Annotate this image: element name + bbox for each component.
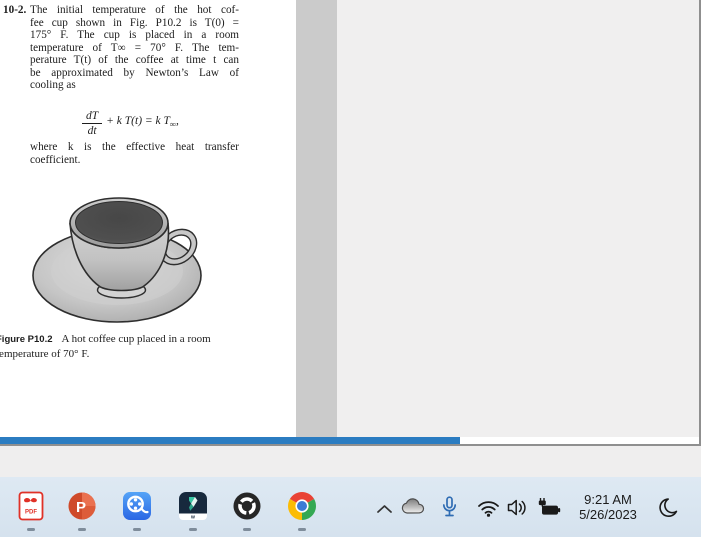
problem-text-line: fee cup shown in Fig. P10.2 is T(0) = (30, 16, 239, 29)
taskbar-app-powerpoint[interactable]: P (67, 491, 97, 521)
problem-text-line: where k is the effective heat transfer (30, 141, 239, 153)
wifi-icon[interactable] (477, 500, 500, 522)
clock-time: 9:21 AM (584, 492, 632, 507)
microphone-icon[interactable] (442, 496, 457, 524)
running-indicator (27, 528, 35, 531)
problem-text-line: coefficient. (30, 153, 81, 166)
powerpoint-letter: P (76, 499, 86, 516)
problem-text-line: perature T(t) of the coffee at time t ca… (30, 54, 239, 66)
problem-text-line: 10-2. The initial temperature of the hot … (3, 4, 239, 16)
horizontal-scrollbar-track[interactable] (0, 437, 701, 446)
pdf-label: PDF (25, 510, 37, 516)
running-indicator (133, 528, 141, 531)
taskbar-app-video-editor[interactable] (122, 491, 152, 521)
equation-rhs: + k T(t) = k T∞, (106, 115, 179, 130)
taskbar-app-obs[interactable] (232, 491, 262, 521)
viewer-background-band (296, 0, 337, 437)
newtons-law-equation: dT dt + k T(t) = k T∞, (30, 106, 239, 140)
problem-text-line: cooling as (30, 79, 76, 91)
problem-paragraph-continued: where k is the effective heat transfer c… (30, 141, 239, 166)
running-indicator (243, 528, 251, 531)
problem-text-line: be approximated by Newton’s Law of (30, 66, 239, 79)
moon-icon[interactable] (657, 496, 681, 525)
taskbar-app-acrobat-pdf[interactable]: PDF (16, 491, 46, 521)
filmora-w-mark: w (190, 515, 195, 521)
clock-date: 5/26/2023 (579, 507, 637, 522)
taskbar-app-chrome[interactable] (287, 491, 317, 521)
problem-number: 10-2. (3, 4, 27, 16)
figure-caption-label: Figure P10.2 (0, 334, 53, 345)
problem-text-line: temperature of T∞ = 70° F. The tem- (30, 41, 239, 54)
pdf-page: 10-2. The initial temperature of the hot … (0, 0, 296, 437)
problem-text-line: 175° F. The cup is placed in a room (30, 29, 239, 41)
running-indicator (78, 528, 86, 531)
screen: 10-2. The initial temperature of the hot … (0, 0, 701, 537)
document-content: 10-2. The initial temperature of the hot … (0, 0, 296, 437)
running-indicator (298, 528, 306, 531)
desktop-area (0, 446, 701, 477)
volume-icon[interactable] (507, 498, 528, 522)
pdf-viewer-window: 10-2. The initial temperature of the hot … (0, 0, 701, 446)
onedrive-cloud-icon[interactable] (400, 498, 426, 520)
running-indicator (189, 528, 197, 531)
horizontal-scrollbar-thumb[interactable] (0, 437, 460, 444)
taskbar: PDF P w 9:21 AM 5/26/2023 (0, 477, 701, 537)
viewer-empty-pane (337, 0, 701, 437)
figure-caption: Figure P10.2 A hot coffee cup placed in a… (0, 332, 256, 361)
obs-circle (233, 492, 261, 520)
taskbar-clock[interactable]: 9:21 AM 5/26/2023 (566, 492, 650, 522)
chevron-up-icon[interactable] (376, 501, 393, 519)
chrome-blue-center (297, 501, 307, 511)
taskbar-app-filmora[interactable]: w (178, 491, 208, 521)
battery-charging-icon[interactable] (537, 497, 561, 522)
problem-paragraph: 10-2. The initial temperature of the hot … (3, 4, 239, 92)
coffee-cup-illustration (32, 197, 202, 323)
derivative-fraction: dT dt (82, 110, 103, 137)
